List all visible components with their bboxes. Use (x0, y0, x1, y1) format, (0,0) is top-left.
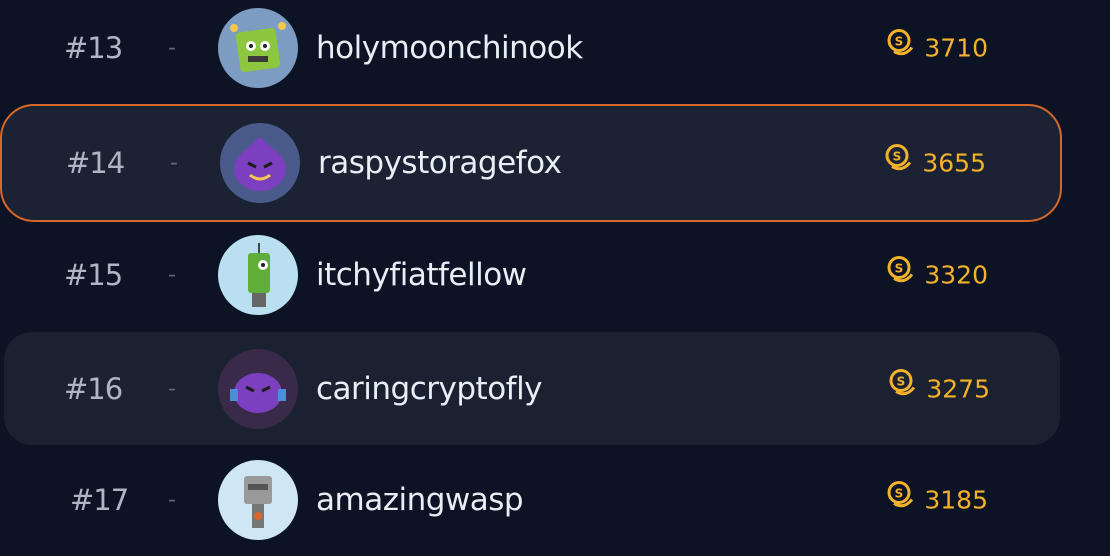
rank-label: #14 (66, 146, 125, 180)
score: S 3320 (886, 255, 988, 290)
coin-icon: S (889, 369, 916, 396)
leaderboard-row[interactable]: #16 - caringcryptofly S 3275 (4, 332, 1060, 445)
svg-text:S: S (895, 261, 904, 275)
score-value: 3710 (924, 33, 988, 63)
score-value: 3185 (924, 485, 988, 515)
rank-change: - (168, 487, 176, 513)
avatar (218, 235, 298, 315)
leaderboard-row[interactable]: #15 - itchyfiatfellow S 3320 (0, 219, 1062, 331)
avatar (218, 348, 298, 429)
username[interactable]: raspystoragefox (318, 145, 562, 181)
score-value: 3320 (924, 260, 988, 290)
rank-label: #17 (70, 483, 129, 517)
svg-text:S: S (895, 34, 904, 48)
leaderboard-row-current-user[interactable]: #14 - raspystoragefox S 3655 (0, 104, 1062, 222)
rank-label: #15 (64, 258, 123, 292)
coin-icon: S (887, 255, 914, 282)
avatar (218, 460, 298, 540)
rank-label: #13 (64, 31, 123, 65)
username[interactable]: amazingwasp (316, 482, 524, 518)
rank-change: - (170, 150, 178, 176)
score: S 3710 (886, 28, 988, 63)
rank-change: - (168, 262, 176, 288)
coin-icon: S (885, 143, 912, 170)
score: S 3655 (884, 143, 986, 178)
svg-text:S: S (897, 375, 906, 389)
username[interactable]: holymoonchinook (316, 30, 583, 66)
rank-label: #16 (64, 371, 123, 406)
avatar (220, 123, 300, 203)
leaderboard-row[interactable]: #13 - holymoonchinook S 3710 (0, 0, 1062, 104)
username[interactable]: itchyfiatfellow (316, 257, 527, 293)
svg-text:S: S (895, 486, 904, 500)
coin-icon: S (887, 28, 914, 55)
score-value: 3275 (926, 374, 990, 403)
rank-change: - (168, 376, 176, 401)
coin-icon: S (887, 480, 914, 507)
svg-text:S: S (893, 149, 902, 163)
rank-change: - (168, 35, 176, 61)
score-value: 3655 (922, 148, 986, 178)
leaderboard-row[interactable]: #17 - amazingwasp S 3185 (0, 444, 1062, 556)
username[interactable]: caringcryptofly (316, 371, 543, 407)
score: S 3185 (886, 480, 988, 515)
score: S 3275 (888, 369, 990, 403)
avatar (218, 8, 298, 88)
